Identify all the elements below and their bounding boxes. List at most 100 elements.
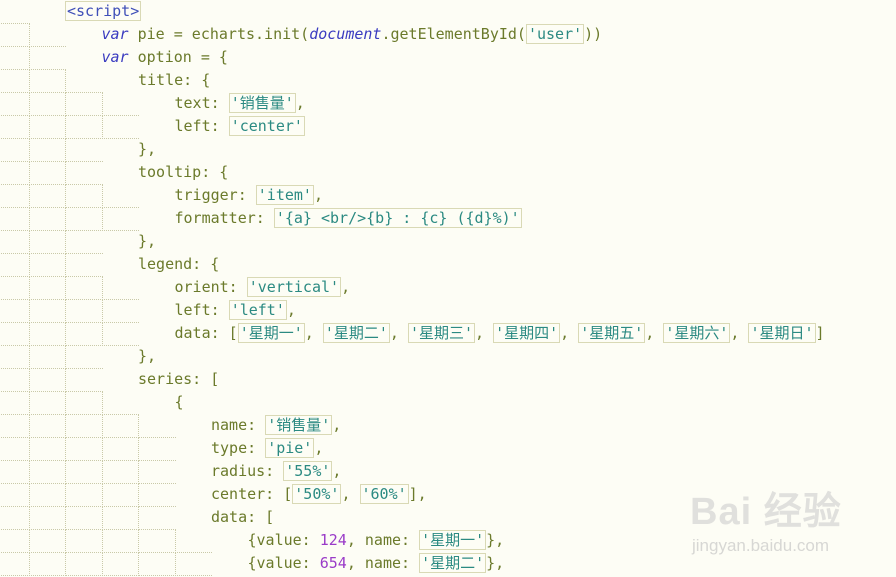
indent-guide [0, 437, 30, 461]
code-token: '星期二' [322, 323, 390, 343]
indent-guide [101, 299, 139, 323]
code-token: radius: [211, 462, 284, 480]
code-text: center: ['50%', '60%'], [211, 484, 427, 504]
indent-guide [28, 92, 66, 116]
watermark-text: Bai 经验 [690, 491, 842, 533]
indent-guide [138, 414, 176, 438]
code-line[interactable]: }, [0, 230, 896, 254]
code-line[interactable]: formatter: '{a} <br/>{b} : {c} ({d}%)' [0, 207, 896, 231]
indent-guide [65, 437, 103, 461]
code-token: )) [584, 25, 603, 43]
indent-guide [101, 552, 139, 576]
code-token: ] [815, 324, 825, 342]
code-line[interactable]: data: ['星期一', '星期二', '星期三', '星期四', '星期五'… [0, 322, 896, 346]
indent-guide [65, 552, 103, 576]
indent-guide [65, 368, 103, 392]
code-line[interactable]: var pie = echarts.init(document.getEleme… [0, 23, 896, 47]
code-token: , name: [346, 554, 420, 572]
code-text: }, [138, 346, 156, 366]
code-text: type: 'pie', [211, 438, 323, 458]
code-token: {value: [247, 554, 320, 572]
code-token: , [730, 324, 749, 342]
indent-guide [65, 483, 103, 507]
code-line[interactable]: text: '销售量', [0, 92, 896, 116]
indent-guide [28, 184, 66, 208]
code-line[interactable]: <script> [0, 0, 896, 24]
code-text: orient: 'vertical', [174, 277, 351, 297]
code-token: var [101, 48, 129, 66]
code-text: var pie = echarts.init(document.getEleme… [101, 24, 603, 44]
indent-guide [138, 460, 176, 484]
code-token: , [645, 324, 664, 342]
code-line[interactable]: type: 'pie', [0, 437, 896, 461]
code-token: 'user' [525, 24, 585, 44]
code-line[interactable]: }, [0, 345, 896, 369]
code-text: left: 'center' [175, 116, 305, 136]
indent-guide [101, 437, 139, 461]
code-line[interactable]: title: { [0, 69, 896, 93]
code-line[interactable]: series: [ [0, 368, 896, 392]
code-token: }, [138, 347, 157, 365]
indent-guide [0, 368, 30, 392]
indent-guide [0, 529, 30, 553]
indent-guide [0, 552, 30, 576]
indent-guide [28, 552, 66, 576]
code-line[interactable]: legend: { [0, 253, 896, 277]
code-token: }, [138, 232, 157, 250]
indent-guide [28, 529, 66, 553]
indent-guide [101, 322, 139, 346]
indent-guide [65, 299, 103, 323]
indent-guide [65, 253, 103, 277]
code-line[interactable]: var option = { [0, 46, 896, 70]
code-text: title: { [138, 70, 210, 90]
code-line[interactable]: left: 'left', [0, 299, 896, 323]
code-line[interactable]: name: '销售量', [0, 414, 896, 438]
indent-guide [0, 299, 30, 323]
indent-guide [28, 437, 66, 461]
code-token: '{a} <br/>{b} : {c} ({d}%)' [273, 208, 522, 228]
code-token: var [101, 25, 129, 43]
code-text: }, [138, 139, 156, 159]
code-token: '销售量' [228, 93, 296, 113]
code-token: text: [174, 94, 229, 112]
code-token: '星期一' [237, 323, 305, 343]
code-token: legend: { [138, 255, 220, 273]
code-line[interactable]: { [0, 391, 896, 415]
indent-guide [65, 414, 103, 438]
indent-guide [28, 368, 66, 392]
code-token: trigger: [174, 186, 256, 204]
code-line[interactable]: trigger: 'item', [0, 184, 896, 208]
code-text: legend: { [138, 254, 219, 274]
indent-guide [0, 506, 30, 530]
code-token: , name: [346, 531, 420, 549]
code-token: center: [ [211, 485, 293, 503]
code-token: , [341, 485, 360, 503]
code-text: {value: 124, name: '星期一'}, [248, 530, 504, 550]
code-token: , [475, 324, 494, 342]
code-token: '星期一' [419, 530, 487, 550]
indent-guide [0, 230, 30, 254]
code-line[interactable]: }, [0, 138, 896, 162]
code-line[interactable]: left: 'center' [0, 115, 896, 139]
code-text: formatter: '{a} <br/>{b} : {c} ({d}%)' [175, 208, 522, 228]
code-text: }, [138, 231, 156, 251]
indent-guide [28, 161, 66, 185]
code-text: data: [ [211, 507, 274, 527]
indent-guide [0, 0, 30, 24]
indent-guide [101, 529, 139, 553]
code-line[interactable]: orient: 'vertical', [0, 276, 896, 300]
code-token: orient: [174, 278, 247, 296]
code-token: , [341, 278, 351, 296]
watermark-url: jingyan.baidu.com [692, 536, 830, 555]
code-token: pie = echarts.init( [128, 25, 310, 43]
indent-guide [28, 299, 66, 323]
code-line[interactable]: tooltip: { [0, 161, 896, 185]
code-token: document [309, 25, 382, 43]
indent-guide [28, 506, 66, 530]
code-token: 'item' [255, 185, 314, 205]
code-text: trigger: 'item', [174, 185, 323, 205]
code-token: , [332, 416, 342, 434]
code-token: , [304, 324, 323, 342]
indent-guide [101, 483, 139, 507]
indent-guide [0, 483, 30, 507]
